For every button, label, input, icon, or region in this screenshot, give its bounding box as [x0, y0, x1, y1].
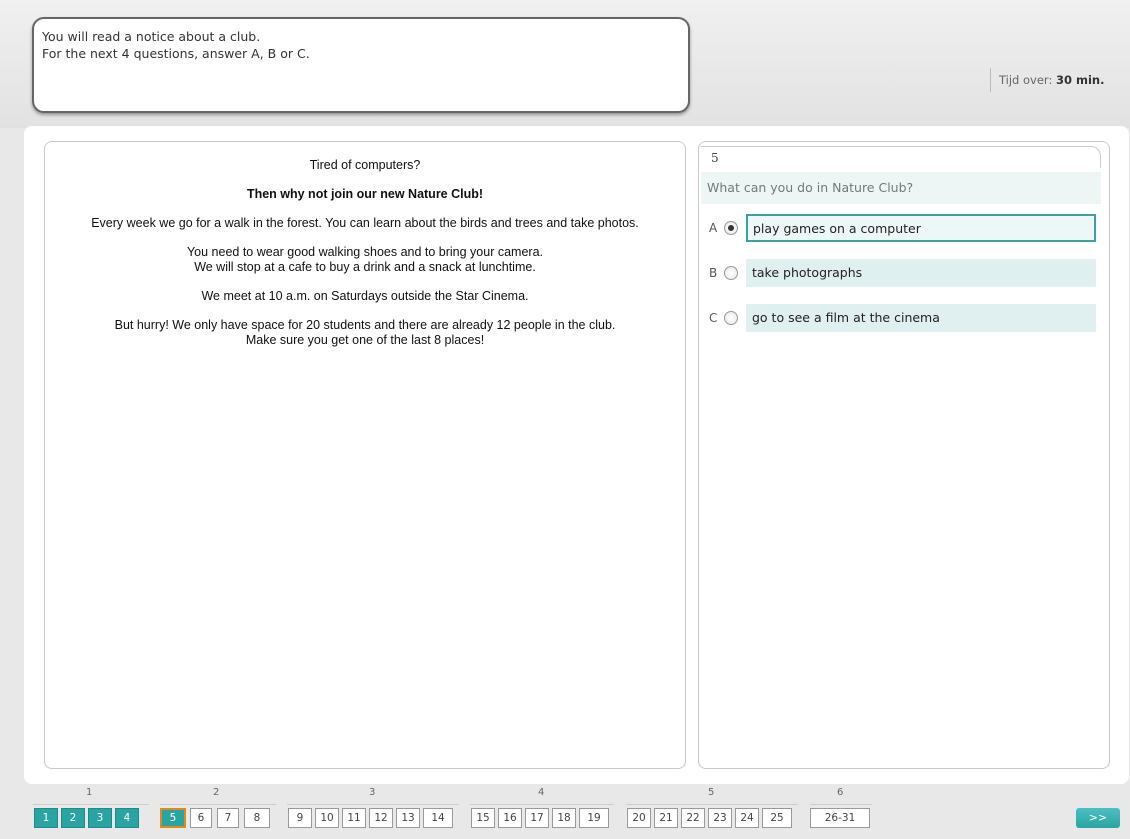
- nav-question-7[interactable]: 7: [217, 808, 239, 828]
- nav-question-4[interactable]: 4: [115, 808, 139, 828]
- notice-paragraph: You need to wear good walking shoes and …: [67, 245, 663, 275]
- option-text[interactable]: take photographs: [746, 259, 1096, 287]
- nav-question-11[interactable]: 11: [342, 808, 366, 828]
- nav-question-2[interactable]: 2: [61, 808, 85, 828]
- timer: Tijd over: 30 min.: [990, 68, 1105, 92]
- notice-line: But hurry! We only have space for 20 stu…: [114, 318, 616, 332]
- notice-panel: Tired of computers? Then why not join ou…: [44, 141, 686, 769]
- notice-title: Tired of computers?: [309, 158, 421, 172]
- nav-question-8[interactable]: 8: [244, 808, 270, 828]
- notice-paragraph: Every week we go for a walk in the fores…: [91, 216, 639, 230]
- nav-question-20[interactable]: 20: [627, 808, 651, 828]
- nav-question-15[interactable]: 15: [471, 808, 495, 828]
- notice-line: You need to wear good walking shoes and …: [186, 245, 544, 259]
- instruction-line-1: You will read a notice about a club.: [42, 29, 261, 44]
- nav-group-label: 6: [837, 787, 844, 798]
- notice-line: Make sure you get one of the last 8 plac…: [245, 333, 485, 347]
- nav-group-divider: [470, 804, 614, 805]
- nav-group-divider: [626, 804, 798, 805]
- nav-question-14[interactable]: 14: [423, 808, 453, 828]
- nav-question-5[interactable]: 5: [160, 808, 186, 828]
- nav-group-divider: [810, 804, 872, 805]
- option-letter: B: [709, 266, 718, 280]
- nav-question-10[interactable]: 10: [315, 808, 339, 828]
- nav-group-divider: [33, 804, 149, 805]
- nav-question-9[interactable]: 9: [288, 808, 312, 828]
- nav-question-3[interactable]: 3: [88, 808, 112, 828]
- radio-button[interactable]: [724, 311, 738, 325]
- nav-question-24[interactable]: 24: [735, 808, 759, 828]
- nav-question-21[interactable]: 21: [654, 808, 678, 828]
- nav-question-18[interactable]: 18: [552, 808, 576, 828]
- nav-question-26-31[interactable]: 26-31: [810, 808, 870, 828]
- option-text[interactable]: go to see a film at the cinema: [746, 304, 1096, 332]
- option-c[interactable]: C go to see a film at the cinema: [709, 304, 1099, 334]
- nav-group-label: 4: [538, 787, 545, 798]
- option-letter: C: [709, 311, 718, 325]
- timer-label: Tijd over:: [999, 73, 1053, 87]
- nav-question-13[interactable]: 13: [396, 808, 420, 828]
- nav-group-label: 2: [213, 787, 220, 798]
- nav-group-label: 3: [369, 787, 376, 798]
- notice-paragraph: We meet at 10 a.m. on Saturdays outside …: [201, 289, 529, 303]
- notice-headline: Then why not join our new Nature Club!: [246, 187, 484, 201]
- nav-question-22[interactable]: 22: [681, 808, 705, 828]
- nav-group-label: 5: [708, 787, 715, 798]
- nav-question-1[interactable]: 1: [34, 808, 58, 828]
- notice-paragraph: But hurry! We only have space for 20 stu…: [67, 318, 663, 348]
- question-panel: 5 What can you do in Nature Club? A play…: [698, 141, 1110, 769]
- option-letter: A: [709, 221, 718, 235]
- main-content: Tired of computers? Then why not join ou…: [24, 126, 1129, 784]
- next-button[interactable]: >>: [1076, 808, 1120, 828]
- radio-button-selected[interactable]: [724, 221, 738, 235]
- question-number: 5: [701, 146, 1101, 168]
- option-a[interactable]: A play games on a computer: [709, 214, 1099, 244]
- nav-question-25[interactable]: 25: [762, 808, 792, 828]
- instruction-line-2: For the next 4 questions, answer A, B or…: [42, 46, 310, 61]
- nav-question-23[interactable]: 23: [708, 808, 732, 828]
- option-b[interactable]: B take photographs: [709, 259, 1099, 289]
- nav-question-6[interactable]: 6: [190, 808, 212, 828]
- nav-question-17[interactable]: 17: [525, 808, 549, 828]
- nav-question-12[interactable]: 12: [369, 808, 393, 828]
- nav-group-label: 1: [86, 787, 93, 798]
- nav-group-divider: [287, 804, 459, 805]
- radio-button[interactable]: [724, 266, 738, 280]
- nav-question-19[interactable]: 19: [579, 808, 609, 828]
- question-navigation: 1 2 3 4 5 6 1 2 3 4 5 6 7 8 9 10 11 12 1…: [0, 786, 1130, 839]
- option-text[interactable]: play games on a computer: [746, 214, 1096, 242]
- instructions-box: You will read a notice about a club. For…: [32, 17, 690, 113]
- nav-group-divider: [160, 804, 276, 805]
- nav-question-16[interactable]: 16: [498, 808, 522, 828]
- notice-line: We will stop at a cafe to buy a drink an…: [194, 260, 536, 274]
- question-prompt: What can you do in Nature Club?: [701, 172, 1101, 204]
- timer-value: 30 min.: [1056, 73, 1105, 87]
